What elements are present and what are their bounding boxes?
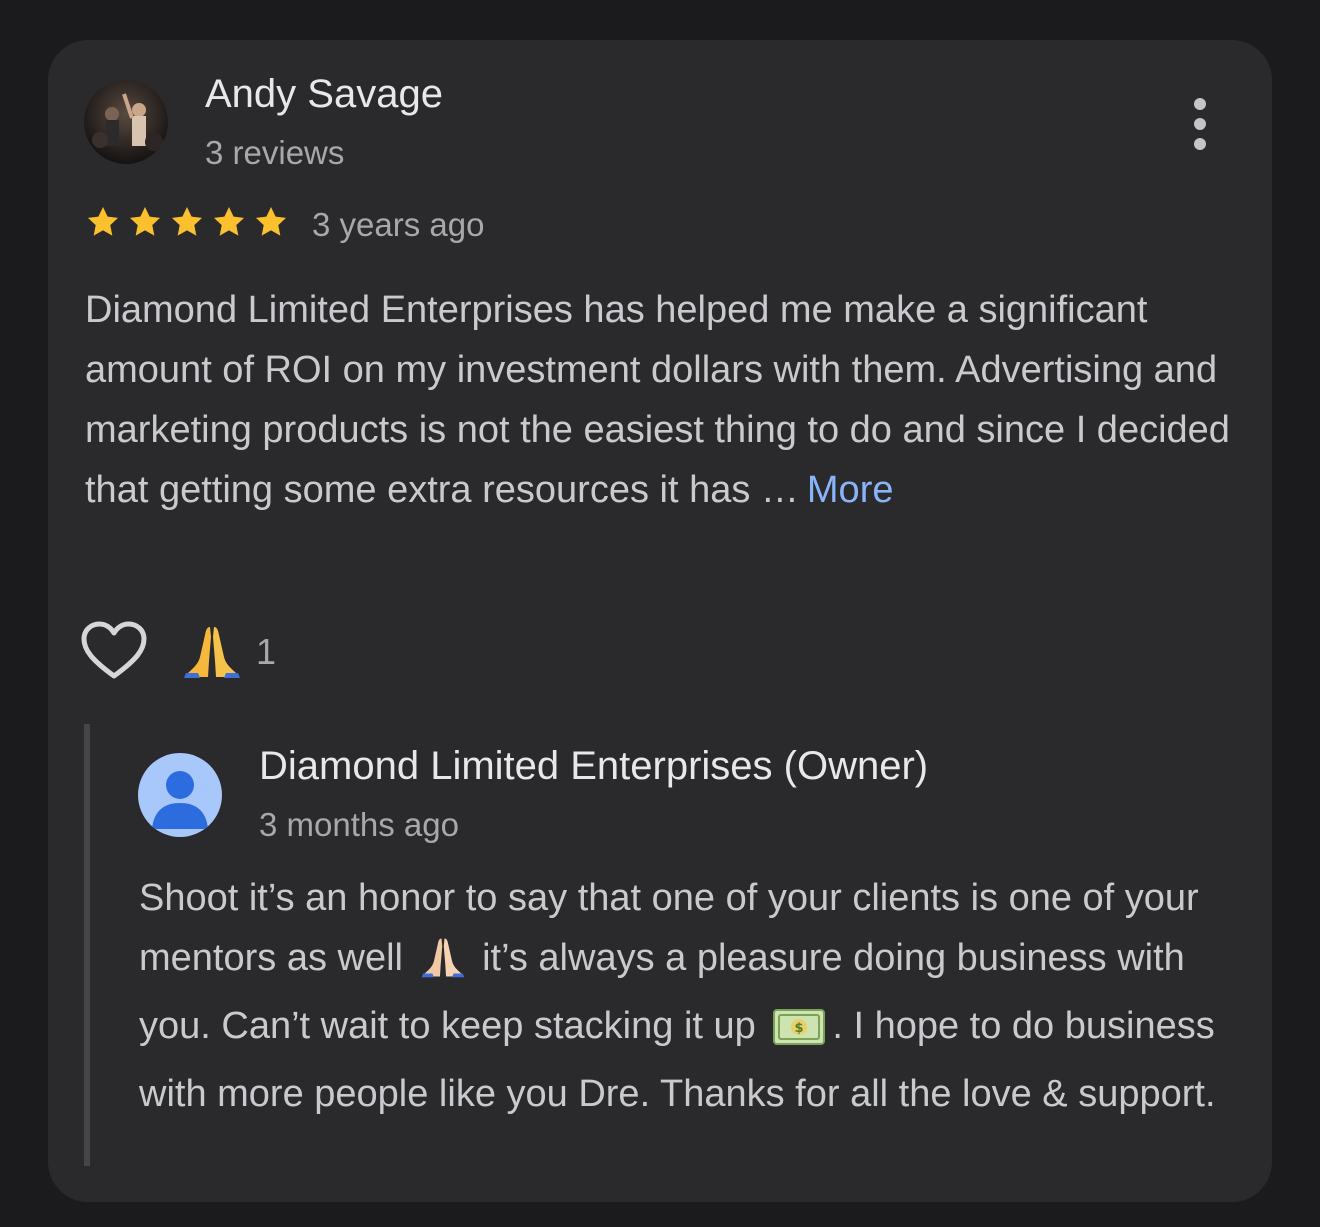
reviewer-review-count[interactable]: 3 reviews bbox=[205, 134, 344, 172]
reviewer-name[interactable]: Andy Savage bbox=[205, 72, 443, 117]
star-icon bbox=[213, 206, 245, 236]
praying-hands-emoji bbox=[420, 934, 466, 996]
star-icon bbox=[87, 206, 119, 236]
owner-name: Diamond Limited Enterprises (Owner) bbox=[259, 744, 929, 788]
star-icon bbox=[129, 206, 161, 236]
star-icon bbox=[171, 206, 203, 236]
star-rating bbox=[84, 202, 290, 246]
owner-reply-text: Shoot it’s an honor to say that one of y… bbox=[139, 868, 1249, 1124]
heart-outline-icon[interactable] bbox=[80, 620, 148, 682]
more-vert-icon[interactable] bbox=[1176, 92, 1224, 156]
owner-reply-divider bbox=[84, 724, 90, 1166]
review-text: Diamond Limited Enterprises has helped m… bbox=[85, 280, 1235, 520]
review-age: 3 years ago bbox=[312, 206, 485, 243]
svg-text:$: $ bbox=[795, 1021, 804, 1036]
reaction-summary[interactable]: 1 bbox=[182, 622, 276, 682]
reaction-count: 1 bbox=[256, 631, 277, 672]
review-body: Diamond Limited Enterprises has helped m… bbox=[85, 289, 1230, 511]
praying-hands-emoji bbox=[182, 621, 242, 684]
star-icon bbox=[255, 206, 287, 236]
reviewer-avatar[interactable] bbox=[84, 80, 168, 164]
default-person-avatar-icon bbox=[138, 753, 222, 837]
owner-reply-age: 3 months ago bbox=[259, 806, 459, 843]
dollar-banknote-emoji: $ bbox=[772, 1004, 826, 1064]
more-link[interactable]: More bbox=[807, 469, 894, 511]
